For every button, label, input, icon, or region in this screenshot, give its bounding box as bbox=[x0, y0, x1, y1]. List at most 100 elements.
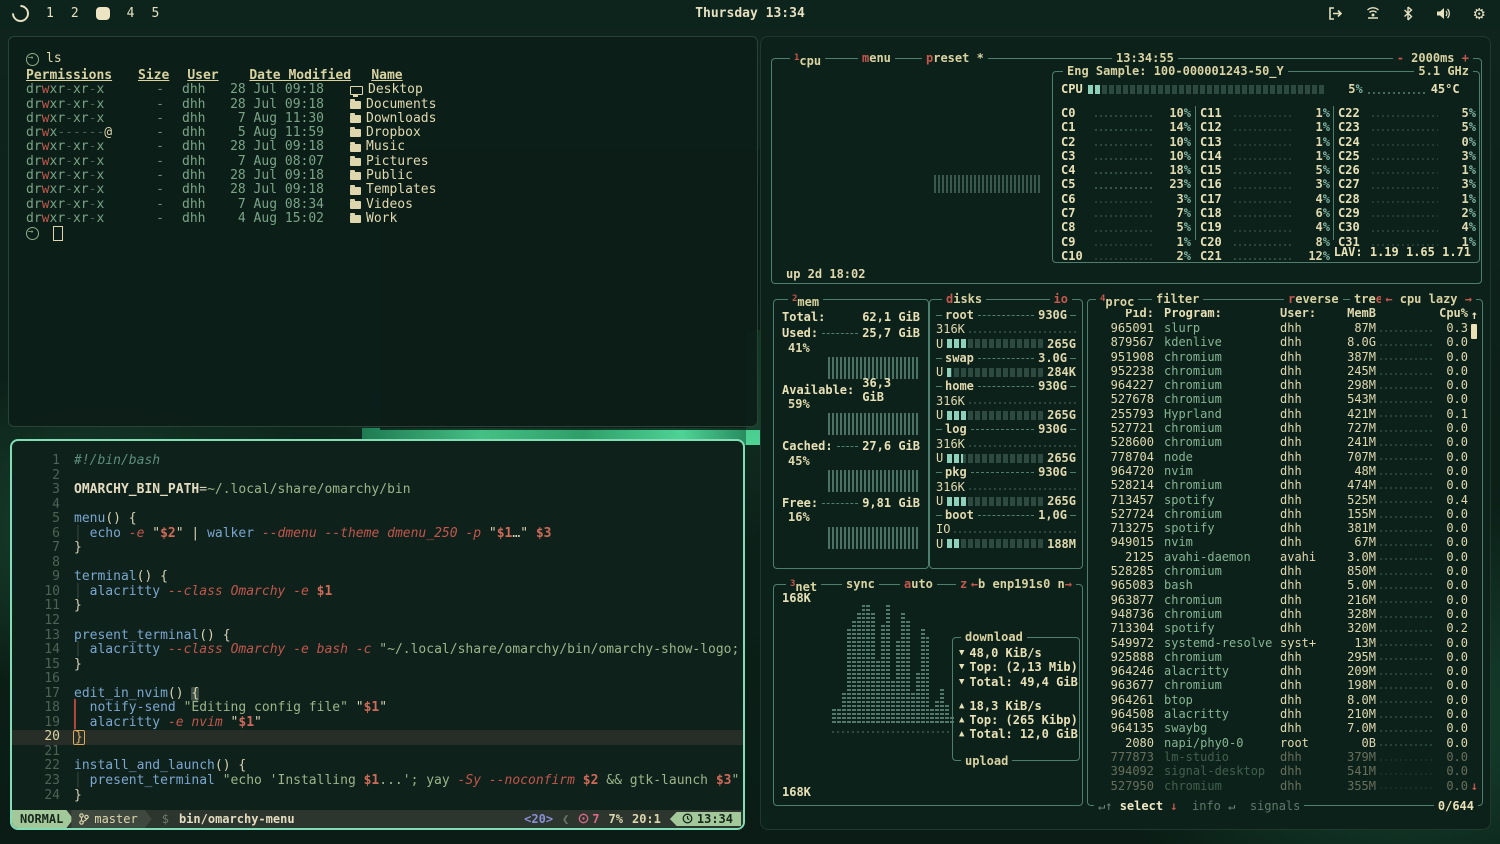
proc-panel-title[interactable]: 4proc bbox=[1096, 292, 1138, 309]
code-line: 9terminal() { bbox=[12, 570, 743, 585]
core-column-1: C010%C114%C210%C310%C418%C523%C63%C77%C8… bbox=[1061, 106, 1191, 240]
download-icon: ▼ bbox=[959, 646, 964, 660]
process-row[interactable]: 2125avahi-daemonavahi3.0M0.0 bbox=[1088, 550, 1482, 564]
process-row[interactable]: 963877chromiumdhh216M0.0 bbox=[1088, 593, 1482, 607]
process-row[interactable]: 964261btopdhh8.0M0.0 bbox=[1088, 693, 1482, 707]
process-row[interactable]: 964508alacrittydhh210M0.0 bbox=[1088, 707, 1482, 721]
net-stats-panel: download ▼48,0 KiB/s ▼Top: (2,13 Mib) ▼T… bbox=[952, 637, 1080, 761]
top-bar: 1 2 4 5 Thursday 13:34 ⚙ bbox=[0, 0, 1500, 27]
process-row[interactable]: 948736chromiumdhh328M0.0 bbox=[1088, 607, 1482, 621]
process-row[interactable]: 527950chromiumdhh355M0.0 bbox=[1088, 779, 1482, 793]
proc-reverse-button[interactable]: reverse bbox=[1284, 292, 1343, 306]
proc-col-user[interactable]: User: bbox=[1280, 306, 1332, 321]
proc-col-program[interactable]: Program: bbox=[1154, 306, 1280, 321]
preset-button[interactable]: preset * bbox=[922, 51, 988, 65]
process-row[interactable]: 949015nvimdhh67M0.0 bbox=[1088, 535, 1482, 549]
process-row[interactable]: 549972systemd-resolvesyst+13M0.0 bbox=[1088, 636, 1482, 650]
process-row[interactable]: 713275spotifydhh381M0.0 bbox=[1088, 521, 1482, 535]
net-interface-selector[interactable]: ←b enp191s0 n→ bbox=[967, 577, 1076, 591]
process-row[interactable]: 951908chromiumdhh387M0.0 bbox=[1088, 350, 1482, 364]
process-row[interactable]: 964720nvimdhh48M0.0 bbox=[1088, 464, 1482, 478]
core-row: C163% bbox=[1200, 177, 1330, 191]
process-row[interactable]: 964135swaybgdhh7.0M0.0 bbox=[1088, 721, 1482, 735]
process-row[interactable]: 528600chromiumdhh241M0.0 bbox=[1088, 435, 1482, 449]
net-scale-top: 168K bbox=[782, 591, 811, 605]
shell-prompt-empty[interactable] bbox=[26, 226, 757, 241]
core-column-2: C111%C121%C131%C141%C155%C163%C174%C186%… bbox=[1195, 106, 1330, 240]
core-row: C253% bbox=[1338, 149, 1476, 163]
process-row[interactable]: 713304spotifydhh320M0.2 bbox=[1088, 621, 1482, 635]
scroll-down-icon[interactable]: ↓ bbox=[1471, 779, 1478, 793]
process-row[interactable]: 963677chromiumdhh198M0.0 bbox=[1088, 678, 1482, 692]
disk-entry: pkg930G316KU265G bbox=[930, 465, 1082, 508]
core-row: C174% bbox=[1200, 192, 1330, 206]
process-list: 965091slurpdhh87M0.3879567kdenlivedhh8.0… bbox=[1088, 321, 1482, 793]
process-row[interactable]: 879567kdenlivedhh8.0G0.0 bbox=[1088, 335, 1482, 349]
btop-window: 1cpu menu preset * 13:34:55 - 2000ms + u… bbox=[760, 36, 1491, 830]
process-row[interactable]: 965091slurpdhh87M0.3 bbox=[1088, 321, 1482, 335]
net-graph-tail bbox=[832, 727, 952, 733]
net-sync-button[interactable]: sync bbox=[842, 577, 879, 591]
cpu-panel-title[interactable]: 1cpu bbox=[790, 51, 825, 68]
register-indicator: <20> bbox=[524, 812, 553, 827]
folder-icon bbox=[350, 101, 361, 109]
cursor-position: 20:1 bbox=[632, 812, 661, 827]
code-line: 11} bbox=[12, 599, 743, 614]
terminal-cursor bbox=[53, 226, 63, 241]
core-row: C2112% bbox=[1200, 249, 1330, 263]
memory-panel-title[interactable]: 2mem bbox=[788, 292, 823, 309]
process-row[interactable]: 925888chromiumdhh295M0.0 bbox=[1088, 650, 1482, 664]
process-row[interactable]: 527724chromiumdhh155M0.0 bbox=[1088, 507, 1482, 521]
folder-icon bbox=[350, 158, 361, 166]
proc-footer-keys[interactable]: ↵↑ select ↓ info ↵ signals bbox=[1094, 799, 1304, 813]
git-branch-icon bbox=[79, 813, 89, 825]
menu-button[interactable]: menu bbox=[858, 51, 895, 65]
ls-header-row: Permissions Size User Date Modified Name bbox=[26, 69, 757, 83]
folder-icon bbox=[350, 187, 361, 195]
core-row: C111% bbox=[1200, 106, 1330, 120]
monitor-icon bbox=[350, 86, 363, 95]
scroll-up-icon[interactable]: ↑ bbox=[1471, 308, 1478, 322]
disk-entry: swap3.0GU284K bbox=[930, 351, 1082, 380]
io-mode-button[interactable]: io bbox=[1050, 292, 1072, 306]
scrollbar-thumb[interactable] bbox=[1471, 324, 1477, 339]
process-row[interactable]: 2080napi/phy0-0root0B0.0 bbox=[1088, 736, 1482, 750]
proc-col-memb[interactable]: MemB bbox=[1332, 306, 1376, 321]
code-editor[interactable]: 1#!/bin/bash23OMARCHY_BIN_PATH=~/.local/… bbox=[12, 454, 743, 810]
process-row[interactable]: 713457spotifydhh525M0.4 bbox=[1088, 493, 1482, 507]
process-row[interactable]: 394092signal-desktopdhh541M0.0 bbox=[1088, 764, 1482, 778]
core-row: C523% bbox=[1061, 177, 1191, 191]
proc-filter-button[interactable]: filter bbox=[1152, 292, 1203, 306]
core-row: C310% bbox=[1061, 149, 1191, 163]
file-name: Public bbox=[324, 169, 413, 183]
process-row[interactable]: 964246alacrittydhh209M0.0 bbox=[1088, 664, 1482, 678]
cpu-history-graph bbox=[934, 175, 1040, 193]
code-line: 23│ present_terminal "echo 'Installing $… bbox=[12, 774, 743, 789]
process-row[interactable]: 777873lm-studiodhh379M0.0 bbox=[1088, 750, 1482, 764]
process-row[interactable]: 527721chromiumdhh727M0.0 bbox=[1088, 421, 1482, 435]
cpu-temp-graph bbox=[1368, 86, 1426, 94]
process-row[interactable]: 952238chromiumdhh245M0.0 bbox=[1088, 364, 1482, 378]
core-row: C63% bbox=[1061, 192, 1191, 206]
core-row: C261% bbox=[1338, 163, 1476, 177]
proc-sort-selector[interactable]: ← cpu lazy → bbox=[1381, 292, 1476, 306]
core-row: C194% bbox=[1200, 220, 1330, 234]
disk-entry: boot1,0GIOU188M bbox=[930, 508, 1082, 551]
process-row[interactable]: 778704nodedhh707M0.0 bbox=[1088, 450, 1482, 464]
process-row[interactable]: 528214chromiumdhh474M0.0 bbox=[1088, 478, 1482, 492]
code-line: 18▎ notify-send "Editing config file" "$… bbox=[12, 701, 743, 716]
process-row[interactable]: 528285chromiumdhh850M0.0 bbox=[1088, 564, 1482, 578]
process-row[interactable]: 965083bashdhh5.0M0.0 bbox=[1088, 578, 1482, 592]
proc-col-cpu[interactable]: Cpu% bbox=[1436, 306, 1468, 321]
prompt-arrow-icon bbox=[26, 227, 39, 240]
col-date-modified: Date Modified bbox=[233, 69, 359, 83]
process-row[interactable]: 255793Hyprlanddhh421M0.1 bbox=[1088, 407, 1482, 421]
net-auto-button[interactable]: auto bbox=[900, 577, 937, 591]
col-user: User bbox=[169, 69, 233, 83]
process-row[interactable]: 964227chromiumdhh298M0.0 bbox=[1088, 378, 1482, 392]
disk-used-bar bbox=[947, 339, 1043, 348]
file-name: Work bbox=[324, 212, 397, 226]
disks-panel-title[interactable]: disks bbox=[942, 292, 986, 306]
ls-listing: drwxr-xr-x-dhh28 Jul 09:18Desktopdrwxr-x… bbox=[26, 83, 757, 226]
process-row[interactable]: 527678chromiumdhh543M0.0 bbox=[1088, 392, 1482, 406]
